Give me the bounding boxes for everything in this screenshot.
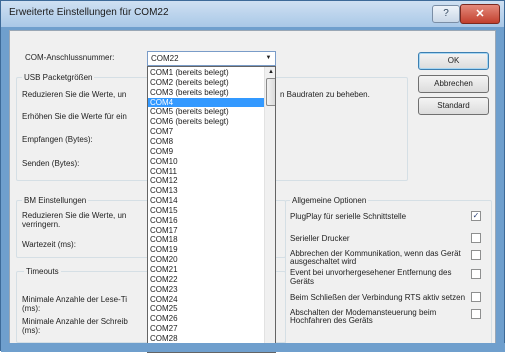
dropdown-item[interactable]: COM15: [148, 206, 267, 215]
option-modem-ctrl-checkbox[interactable]: [471, 309, 481, 319]
timeouts-group-title: Timeouts: [24, 267, 61, 276]
write-timeout-label-line2: (ms):: [22, 326, 41, 335]
option-surprise-removal-checkbox[interactable]: [471, 269, 481, 279]
read-timeout-label-line2: (ms):: [22, 304, 41, 313]
usb-hint-line1: Reduzieren Sie die Werte, un: [22, 90, 127, 99]
dropdown-item[interactable]: COM17: [148, 226, 267, 235]
bm-hint-line1: Reduzieren Sie die Werte, un: [22, 211, 127, 220]
checkmark-icon: ✓: [472, 211, 480, 220]
help-button[interactable]: ?: [432, 5, 460, 23]
option-serial-printer-checkbox[interactable]: [471, 233, 481, 243]
option-cancel-poweroff-checkbox[interactable]: [471, 250, 481, 260]
com-port-dropdown-list[interactable]: COM1 (bereits belegt) COM2 (bereits beleg…: [147, 66, 276, 353]
dropdown-scrollbar[interactable]: ▲: [264, 67, 275, 352]
dropdown-item[interactable]: COM5 (bereits belegt): [148, 107, 267, 116]
default-button[interactable]: Standard: [418, 97, 489, 115]
bm-hint-line2: verringern.: [22, 220, 61, 229]
dropdown-item[interactable]: COM2 (bereits belegt): [148, 78, 267, 87]
dropdown-item[interactable]: COM4: [148, 97, 267, 107]
usb-hint-line1-tail: n Baudraten zu beheben.: [280, 90, 370, 99]
scrollbar-thumb[interactable]: [266, 78, 275, 106]
scroll-up-arrow-icon[interactable]: ▲: [265, 67, 275, 77]
com-port-value: COM22: [151, 54, 179, 63]
dropdown-item[interactable]: COM21: [148, 265, 267, 274]
option-rts-label: Beim Schließen der Verbindung RTS aktiv …: [290, 293, 466, 302]
dropdown-item[interactable]: COM16: [148, 216, 267, 225]
ok-button[interactable]: OK: [418, 52, 489, 70]
usb-group-title: USB Packetgrößen: [22, 73, 95, 82]
dropdown-item[interactable]: COM1 (bereits belegt): [148, 68, 267, 77]
dropdown-item[interactable]: COM8: [148, 137, 267, 146]
dropdown-item[interactable]: COM11: [148, 167, 267, 176]
dropdown-item[interactable]: COM26: [148, 314, 267, 323]
send-bytes-label: Senden (Bytes):: [22, 159, 80, 168]
dropdown-item[interactable]: COM18: [148, 235, 267, 244]
bm-group-title: BM Einstellungen: [22, 196, 89, 205]
latency-label: Wartezeit (ms):: [22, 240, 76, 249]
dropdown-item[interactable]: COM3 (bereits belegt): [148, 88, 267, 97]
dropdown-item[interactable]: COM22: [148, 275, 267, 284]
dropdown-arrow-icon[interactable]: ▼: [262, 52, 275, 65]
dialog-window: Erweiterte Einstellungen für COM22 ? ✕ C…: [0, 0, 505, 353]
dropdown-item[interactable]: COM24: [148, 295, 267, 304]
write-timeout-label-line1: Minimale Anzahle der Schreib: [22, 317, 128, 326]
dialog-client-area: COM-Anschlussnummer: USB Packetgrößen Re…: [9, 30, 496, 353]
com-port-label: COM-Anschlussnummer:: [25, 53, 115, 62]
dropdown-item[interactable]: COM25: [148, 304, 267, 313]
dropdown-item[interactable]: COM14: [148, 196, 267, 205]
title-bar[interactable]: Erweiterte Einstellungen für COM22 ? ✕: [1, 1, 504, 27]
cancel-button[interactable]: Abbrechen: [418, 75, 489, 93]
dropdown-item[interactable]: COM27: [148, 324, 267, 333]
option-cancel-poweroff-label-line2: ausgeschaltet wird: [290, 257, 357, 266]
usb-hint-line2: Erhöhen Sie die Werte für ein: [22, 112, 127, 121]
dropdown-item[interactable]: COM13: [148, 186, 267, 195]
dropdown-item[interactable]: COM6 (bereits belegt): [148, 117, 267, 126]
window-title: Erweiterte Einstellungen für COM22: [9, 7, 169, 18]
read-timeout-label-line1: Minimale Anzahle der Lese-Ti: [22, 295, 128, 304]
dropdown-item[interactable]: COM9: [148, 147, 267, 156]
dropdown-item[interactable]: COM23: [148, 285, 267, 294]
com-port-combobox[interactable]: COM22 ▼: [147, 51, 276, 66]
option-plugplay-checkbox[interactable]: ✓: [471, 211, 481, 221]
option-surprise-removal-label-line1: Event bei unvorhergesehener Entfernung d…: [290, 268, 452, 277]
option-modem-ctrl-label-line2: Hochfahren des Geräts: [290, 316, 373, 325]
dropdown-item[interactable]: COM28: [148, 334, 267, 343]
dropdown-item[interactable]: COM20: [148, 255, 267, 264]
dropdown-item[interactable]: COM7: [148, 127, 267, 136]
close-button[interactable]: ✕: [460, 4, 500, 24]
receive-bytes-label: Empfangen (Bytes):: [22, 135, 93, 144]
option-surprise-removal-label-line2: Geräts: [290, 277, 315, 286]
option-plugplay-label: PlugPlay für serielle Schnittstelle: [290, 212, 407, 221]
dropdown-item[interactable]: COM19: [148, 245, 267, 254]
dropdown-item[interactable]: COM12: [148, 176, 267, 185]
dropdown-item[interactable]: COM10: [148, 157, 267, 166]
options-group-title: Allgemeine Optionen: [290, 196, 369, 205]
option-rts-checkbox[interactable]: [471, 292, 481, 302]
option-serial-printer-label: Serieller Drucker: [290, 234, 350, 243]
